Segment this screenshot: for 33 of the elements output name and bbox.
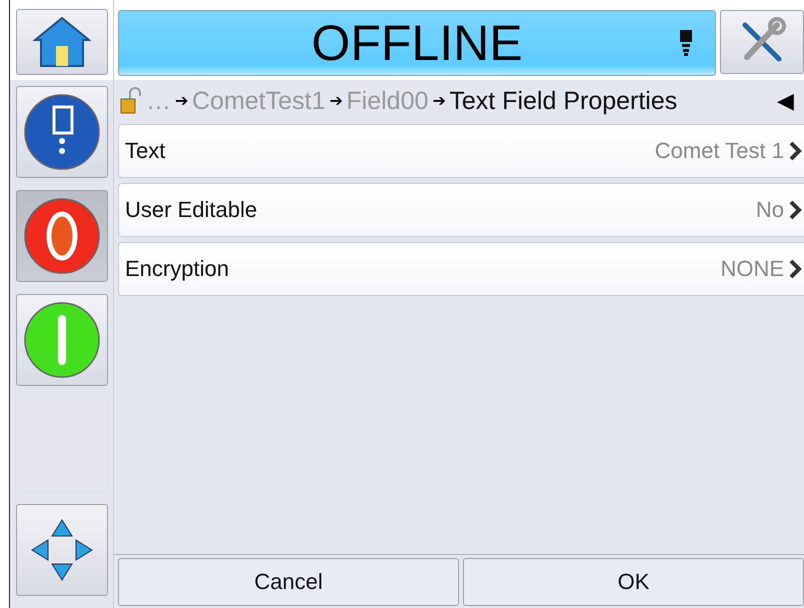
start-icon: [22, 301, 100, 379]
dialog-button[interactable]: OK: [463, 558, 804, 606]
breadcrumb-item: Text Field Properties: [449, 86, 678, 116]
back-button[interactable]: ◀: [773, 88, 798, 114]
printhead-icon: [679, 30, 693, 56]
chevron-right-icon: [788, 141, 802, 161]
property-label: Encryption: [125, 256, 229, 282]
arrow-separator: ➔: [175, 92, 188, 111]
navigate-button[interactable]: [16, 504, 108, 596]
property-row[interactable]: Encryption NONE: [118, 242, 804, 296]
property-label: Text: [125, 138, 166, 164]
property-row[interactable]: User Editable No: [118, 183, 804, 237]
dialog-button[interactable]: Cancel: [118, 558, 459, 606]
property-value: Comet Test 1: [654, 138, 784, 164]
chevron-right-icon: [788, 200, 802, 220]
unlocked-padlock-icon: [120, 87, 142, 115]
tools-button[interactable]: [720, 10, 804, 74]
ink-drop-icon: [22, 93, 100, 171]
property-value: NONE: [720, 256, 784, 282]
property-row[interactable]: Text Comet Test 1: [118, 124, 804, 178]
home-icon: [32, 16, 90, 68]
arrow-separator: ➔: [329, 92, 342, 111]
property-label: User Editable: [125, 197, 258, 223]
arrow-separator: ➔: [432, 92, 446, 111]
ink-button[interactable]: [16, 86, 108, 178]
start-button[interactable]: [16, 294, 108, 386]
home-button[interactable]: [16, 9, 108, 75]
chevron-right-icon: [788, 259, 802, 279]
stop-icon: [22, 197, 100, 275]
property-value: No: [756, 197, 784, 223]
direction-arrows-icon: [30, 518, 94, 582]
status-text: OFFLINE: [311, 14, 523, 72]
stop-button[interactable]: [16, 190, 108, 282]
